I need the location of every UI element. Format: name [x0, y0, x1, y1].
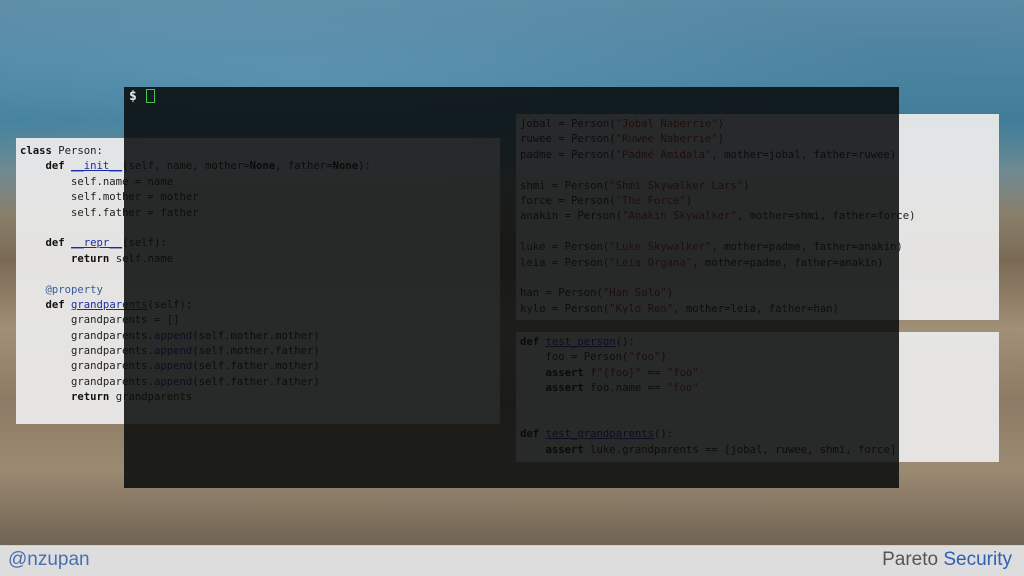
code-token: def — [45, 160, 65, 173]
brand-logo-text: Pareto Security — [882, 549, 1012, 571]
code-token: def — [45, 237, 65, 250]
code-token: __init__ — [71, 160, 123, 173]
code-token: return — [71, 252, 110, 265]
code-token: Person: — [51, 145, 103, 157]
code-token: @property — [45, 283, 103, 296]
terminal-prompt: $ — [129, 89, 137, 104]
code-token: return — [71, 391, 110, 404]
brand-name-part2: Security — [943, 549, 1012, 570]
brand-name-part1: Pareto — [882, 549, 944, 570]
terminal-cursor — [146, 89, 155, 103]
slide-footer: @nzupan Pareto Security — [0, 545, 1024, 576]
code-token: def — [45, 298, 65, 311]
author-handle: @nzupan — [8, 549, 90, 570]
terminal-window[interactable]: $ — [124, 87, 899, 488]
code-token: class — [20, 145, 52, 157]
code-token: __repr__ — [71, 237, 123, 250]
